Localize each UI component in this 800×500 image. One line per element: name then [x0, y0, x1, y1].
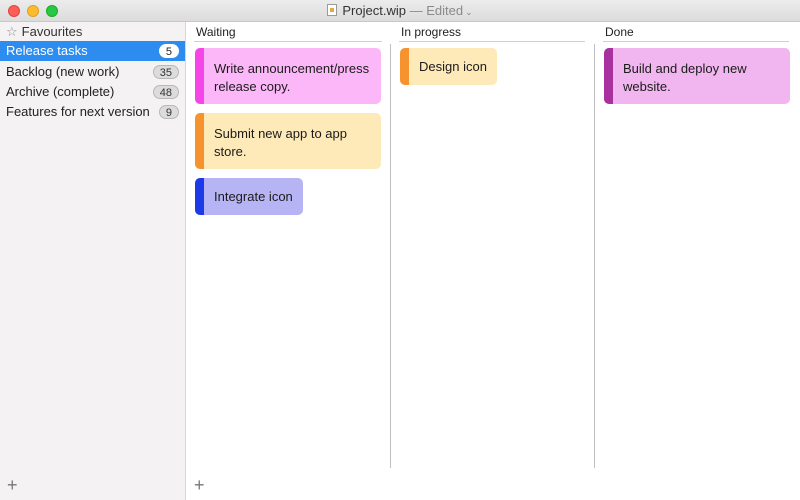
- column-in-progress: In progress Design icon: [391, 22, 594, 468]
- card-text: Integrate icon: [214, 189, 293, 204]
- window-title-text: Project.wip: [342, 3, 406, 18]
- card-color-bar: [195, 113, 204, 169]
- column-title: In progress: [401, 25, 462, 39]
- sidebar-item-label: Archive (complete): [6, 84, 115, 99]
- column-done: Done Build and deploy new website.: [595, 22, 800, 468]
- card-text: Submit new app to app store.: [214, 126, 347, 159]
- sidebar-item-label: Release tasks: [6, 43, 88, 58]
- sidebar-item-release-tasks[interactable]: Release tasks 5: [0, 41, 185, 61]
- count-badge: 5: [158, 44, 179, 58]
- card-text: Write announcement/press release copy.: [214, 61, 370, 94]
- add-list-button[interactable]: +: [7, 476, 18, 494]
- edited-status: — Edited: [409, 3, 464, 18]
- window-title[interactable]: Project.wip — Edited ⌄: [0, 3, 800, 18]
- task-card[interactable]: Build and deploy new website.: [604, 48, 790, 104]
- document-icon: [327, 4, 338, 16]
- card-text: Design icon: [419, 59, 487, 74]
- task-card[interactable]: Write announcement/press release copy.: [195, 48, 381, 104]
- favourites-header[interactable]: ☆ Favourites: [6, 23, 82, 41]
- card-text: Build and deploy new website.: [623, 61, 747, 94]
- add-column-button[interactable]: +: [194, 476, 205, 494]
- sidebar-item-label: Backlog (new work): [6, 64, 120, 79]
- column-title: Done: [605, 25, 634, 39]
- column-header-rule: [399, 41, 585, 42]
- favourites-label: Favourites: [21, 24, 83, 39]
- kanban-board: Waiting Write announcement/press release…: [186, 22, 800, 500]
- title-bar: Project.wip — Edited ⌄: [0, 0, 800, 22]
- card-color-bar: [604, 48, 613, 104]
- column-header-rule: [603, 41, 789, 42]
- card-color-bar: [195, 48, 204, 104]
- card-color-bar: [400, 48, 409, 85]
- column-header-rule: [194, 41, 382, 42]
- sidebar-item-label: Features for next version: [6, 104, 150, 119]
- star-icon: ☆: [6, 24, 18, 39]
- chevron-down-icon[interactable]: ⌄: [465, 7, 473, 17]
- count-badge: 35: [152, 65, 179, 79]
- sidebar-item-backlog[interactable]: Backlog (new work) 35: [0, 62, 185, 82]
- card-color-bar: [195, 178, 204, 215]
- column-title: Waiting: [196, 25, 236, 39]
- sidebar: ☆ Favourites Release tasks 5 Backlog (new…: [0, 22, 186, 500]
- count-badge: 9: [158, 105, 179, 119]
- task-card[interactable]: Submit new app to app store.: [195, 113, 381, 169]
- task-card[interactable]: Integrate icon: [195, 178, 303, 215]
- task-card[interactable]: Design icon: [400, 48, 497, 85]
- count-badge: 48: [152, 85, 179, 99]
- sidebar-item-archive[interactable]: Archive (complete) 48: [0, 82, 185, 102]
- sidebar-item-features-next-version[interactable]: Features for next version 9: [0, 102, 185, 122]
- column-waiting: Waiting Write announcement/press release…: [186, 22, 390, 468]
